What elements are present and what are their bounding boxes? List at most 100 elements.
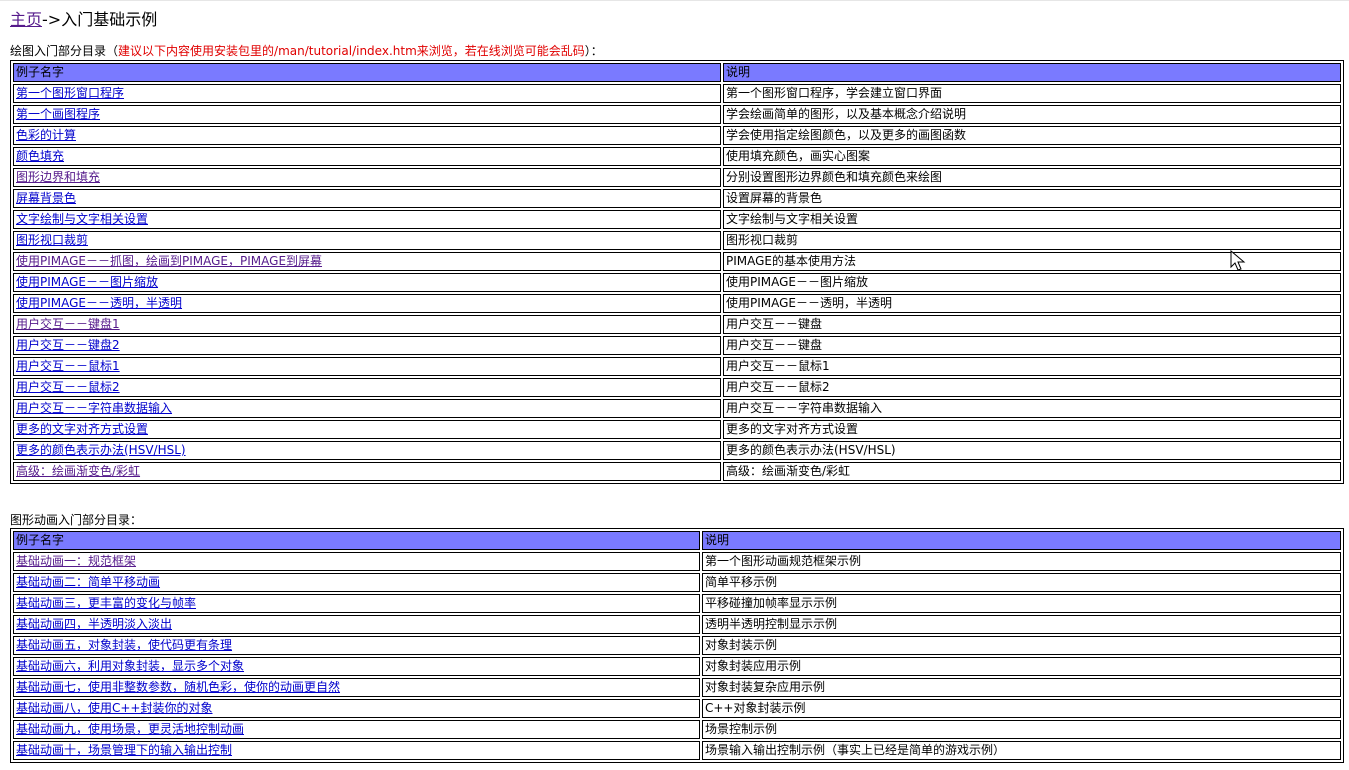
example-description: 更多的颜色表示办法(HSV/HSL) <box>723 441 1341 460</box>
example-link[interactable]: 文字绘制与文字相关设置 <box>16 212 148 226</box>
example-description: 用户交互－－鼠标1 <box>723 357 1341 376</box>
example-name-cell: 用户交互－－鼠标2 <box>13 378 721 397</box>
example-link[interactable]: 图形边界和填充 <box>16 170 100 184</box>
example-link[interactable]: 基础动画七，使用非整数参数，随机色彩，使你的动画更自然 <box>16 680 340 694</box>
drawing-heading-text: 绘图入门部分目录 <box>10 44 107 58</box>
example-name-cell: 基础动画二：简单平移动画 <box>13 573 700 592</box>
table-row: 第一个图形窗口程序 第一个图形窗口程序，学会建立窗口界面 <box>13 84 1341 103</box>
example-description: PIMAGE的基本使用方法 <box>723 252 1341 271</box>
example-link[interactable]: 使用PIMAGE－－图片缩放 <box>16 275 158 289</box>
table-row: 屏幕背景色 设置屏幕的背景色 <box>13 189 1341 208</box>
example-description: 使用填充颜色，画实心图案 <box>723 147 1341 166</box>
table-row: 文字绘制与文字相关设置 文字绘制与文字相关设置 <box>13 210 1341 229</box>
example-link[interactable]: 高级：绘画渐变色/彩虹 <box>16 464 140 478</box>
example-description: 使用PIMAGE－－图片缩放 <box>723 273 1341 292</box>
example-link[interactable]: 基础动画三，更丰富的变化与帧率 <box>16 596 196 610</box>
table-row: 用户交互－－键盘1 用户交互－－键盘 <box>13 315 1341 334</box>
table-row: 基础动画十，场景管理下的输入输出控制 场景输入输出控制示例（事实上已经是简单的游戏… <box>13 741 1341 760</box>
example-link[interactable]: 基础动画六，利用对象封装，显示多个对象 <box>16 659 244 673</box>
example-link[interactable]: 屏幕背景色 <box>16 191 76 205</box>
example-link[interactable]: 更多的颜色表示办法(HSV/HSL) <box>16 443 186 457</box>
example-link[interactable]: 用户交互－－键盘1 <box>16 317 120 331</box>
example-description: 第一个图形窗口程序，学会建立窗口界面 <box>723 84 1341 103</box>
breadcrumb-separator: -> <box>42 10 62 29</box>
example-name-cell: 基础动画六，利用对象封装，显示多个对象 <box>13 657 700 676</box>
table-row: 更多的颜色表示办法(HSV/HSL) 更多的颜色表示办法(HSV/HSL) <box>13 441 1341 460</box>
table-row: 图形视口裁剪 图形视口裁剪 <box>13 231 1341 250</box>
table-row: 色彩的计算 学会使用指定绘图颜色，以及更多的画图函数 <box>13 126 1341 145</box>
example-name-cell: 基础动画十，场景管理下的输入输出控制 <box>13 741 700 760</box>
table-row: 基础动画四，半透明淡入淡出 透明半透明控制显示示例 <box>13 615 1341 634</box>
table-row: 高级：绘画渐变色/彩虹 高级：绘画渐变色/彩虹 <box>13 462 1341 481</box>
example-link[interactable]: 基础动画八，使用C++封装你的对象 <box>16 701 213 715</box>
drawing-heading-note: 建议以下内容使用安装包里的/man/tutorial/index.htm来浏览，… <box>118 44 585 58</box>
example-description: 高级：绘画渐变色/彩虹 <box>723 462 1341 481</box>
example-link[interactable]: 用户交互－－键盘2 <box>16 338 120 352</box>
example-name-cell: 图形视口裁剪 <box>13 231 721 250</box>
example-link[interactable]: 图形视口裁剪 <box>16 233 88 247</box>
example-description: 场景输入输出控制示例（事实上已经是简单的游戏示例） <box>702 741 1341 760</box>
example-link[interactable]: 使用PIMAGE－－抓图，绘画到PIMAGE，PIMAGE到屏幕 <box>16 254 322 268</box>
table-row: 基础动画九，使用场景，更灵活地控制动画 场景控制示例 <box>13 720 1341 739</box>
example-name-cell: 用户交互－－字符串数据输入 <box>13 399 721 418</box>
example-link[interactable]: 基础动画十，场景管理下的输入输出控制 <box>16 743 232 757</box>
example-link[interactable]: 颜色填充 <box>16 149 64 163</box>
example-link[interactable]: 第一个图形窗口程序 <box>16 86 124 100</box>
example-description: 文字绘制与文字相关设置 <box>723 210 1341 229</box>
example-name-cell: 基础动画四，半透明淡入淡出 <box>13 615 700 634</box>
example-name-cell: 基础动画七，使用非整数参数，随机色彩，使你的动画更自然 <box>13 678 700 697</box>
example-description: 更多的文字对齐方式设置 <box>723 420 1341 439</box>
example-name-cell: 用户交互－－键盘1 <box>13 315 721 334</box>
drawing-heading-close: ）： <box>584 44 603 58</box>
example-link[interactable]: 基础动画五，对象封装，使代码更有条理 <box>16 638 232 652</box>
example-description: 对象封装复杂应用示例 <box>702 678 1341 697</box>
example-name-cell: 第一个画图程序 <box>13 105 721 124</box>
example-link[interactable]: 基础动画四，半透明淡入淡出 <box>16 617 172 631</box>
example-link[interactable]: 基础动画九，使用场景，更灵活地控制动画 <box>16 722 244 736</box>
page-top-border <box>0 0 1349 3</box>
table-row: 更多的文字对齐方式设置 更多的文字对齐方式设置 <box>13 420 1341 439</box>
example-description: 简单平移示例 <box>702 573 1341 592</box>
example-link[interactable]: 色彩的计算 <box>16 128 76 142</box>
example-description: 学会绘画简单的图形，以及基本概念介绍说明 <box>723 105 1341 124</box>
example-name-cell: 颜色填充 <box>13 147 721 166</box>
example-link[interactable]: 使用PIMAGE－－透明，半透明 <box>16 296 182 310</box>
example-link[interactable]: 基础动画一：规范框架 <box>16 554 136 568</box>
home-link[interactable]: 主页 <box>10 10 42 29</box>
table-header-row: 例子名字 说明 <box>13 63 1341 82</box>
example-name-cell: 使用PIMAGE－－抓图，绘画到PIMAGE，PIMAGE到屏幕 <box>13 252 721 271</box>
column-header-name: 例子名字 <box>13 63 721 82</box>
example-link[interactable]: 用户交互－－鼠标2 <box>16 380 120 394</box>
table-row: 使用PIMAGE－－图片缩放 使用PIMAGE－－图片缩放 <box>13 273 1341 292</box>
table-row: 基础动画六，利用对象封装，显示多个对象 对象封装应用示例 <box>13 657 1341 676</box>
example-description: 对象封装应用示例 <box>702 657 1341 676</box>
example-description: 第一个图形动画规范框架示例 <box>702 552 1341 571</box>
example-link[interactable]: 基础动画二：简单平移动画 <box>16 575 160 589</box>
example-description: 设置屏幕的背景色 <box>723 189 1341 208</box>
example-description: 图形视口裁剪 <box>723 231 1341 250</box>
table-row: 用户交互－－键盘2 用户交互－－键盘 <box>13 336 1341 355</box>
example-description: 场景控制示例 <box>702 720 1341 739</box>
drawing-heading-open: （ <box>106 44 119 58</box>
example-name-cell: 基础动画五，对象封装，使代码更有条理 <box>13 636 700 655</box>
example-description: 使用PIMAGE－－透明，半透明 <box>723 294 1341 313</box>
example-description: C++对象封装示例 <box>702 699 1341 718</box>
example-link[interactable]: 用户交互－－鼠标1 <box>16 359 120 373</box>
table-row: 图形边界和填充 分别设置图形边界颜色和填充颜色来绘图 <box>13 168 1341 187</box>
example-description: 分别设置图形边界颜色和填充颜色来绘图 <box>723 168 1341 187</box>
example-description: 学会使用指定绘图颜色，以及更多的画图函数 <box>723 126 1341 145</box>
table-row: 用户交互－－鼠标2 用户交互－－鼠标2 <box>13 378 1341 397</box>
example-link[interactable]: 用户交互－－字符串数据输入 <box>16 401 172 415</box>
drawing-section-heading: 绘图入门部分目录（建议以下内容使用安装包里的/man/tutorial/inde… <box>10 44 603 58</box>
animation-examples-table: 例子名字 说明 基础动画一：规范框架 第一个图形动画规范框架示例 基础动画二：简单平… <box>10 528 1344 763</box>
example-name-cell: 第一个图形窗口程序 <box>13 84 721 103</box>
breadcrumb: 主页->入门基础示例 <box>10 10 157 30</box>
animation-table-body: 基础动画一：规范框架 第一个图形动画规范框架示例基础动画二：简单平移动画 简单平移示… <box>13 552 1341 760</box>
example-name-cell: 基础动画三，更丰富的变化与帧率 <box>13 594 700 613</box>
example-name-cell: 基础动画九，使用场景，更灵活地控制动画 <box>13 720 700 739</box>
example-name-cell: 使用PIMAGE－－图片缩放 <box>13 273 721 292</box>
table-row: 基础动画七，使用非整数参数，随机色彩，使你的动画更自然 对象封装复杂应用示例 <box>13 678 1341 697</box>
example-link[interactable]: 第一个画图程序 <box>16 107 100 121</box>
example-name-cell: 用户交互－－鼠标1 <box>13 357 721 376</box>
example-link[interactable]: 更多的文字对齐方式设置 <box>16 422 148 436</box>
